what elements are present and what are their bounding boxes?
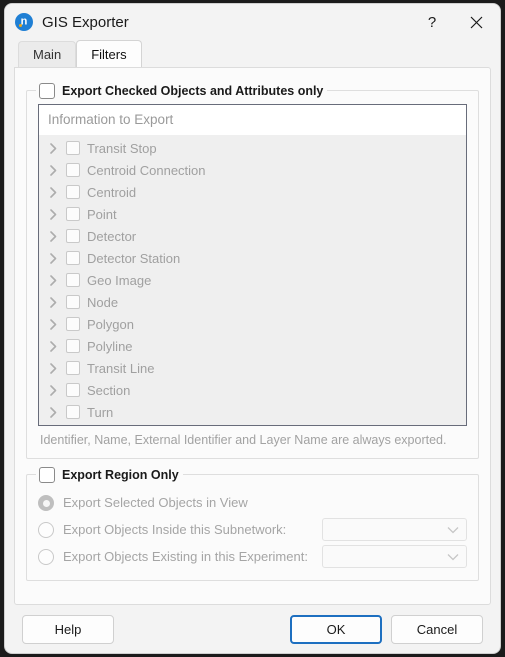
list-header: Information to Export bbox=[39, 105, 466, 135]
radio-export-existing-in-experiment[interactable] bbox=[38, 548, 54, 565]
list-item-label: Point bbox=[87, 206, 117, 222]
filters-panel: Export Checked Objects and Attributes on… bbox=[14, 67, 491, 605]
radio-row-experiment[interactable]: Export Objects Existing in this Experime… bbox=[38, 543, 467, 570]
chevron-right-icon[interactable] bbox=[48, 406, 59, 418]
list-item[interactable]: Geo Image bbox=[39, 269, 466, 291]
list-item[interactable]: Transit Stop bbox=[39, 137, 466, 159]
dialog-footer: Help OK Cancel bbox=[5, 605, 500, 653]
chevron-right-icon[interactable] bbox=[48, 208, 59, 220]
list-item-label: Section bbox=[87, 382, 131, 398]
list-item-label: Polyline bbox=[87, 338, 133, 354]
chevron-right-icon[interactable] bbox=[48, 252, 59, 264]
list-item-checkbox[interactable] bbox=[66, 229, 80, 243]
help-button[interactable]: Help bbox=[22, 614, 114, 644]
export-region-checkbox[interactable] bbox=[39, 466, 55, 483]
title-bar: GIS Exporter ? bbox=[5, 4, 500, 40]
radio-label-subnetwork: Export Objects Inside this Subnetwork: bbox=[63, 522, 287, 537]
chevron-right-icon[interactable] bbox=[48, 384, 59, 396]
list-item-label: Geo Image bbox=[87, 272, 152, 288]
cancel-button[interactable]: Cancel bbox=[391, 614, 483, 644]
list-item[interactable]: Polygon bbox=[39, 313, 466, 335]
chevron-right-icon[interactable] bbox=[48, 274, 59, 286]
radio-export-inside-subnetwork[interactable] bbox=[38, 521, 54, 538]
chevron-right-icon[interactable] bbox=[48, 186, 59, 198]
tab-filters[interactable]: Filters bbox=[76, 40, 142, 67]
list-item-checkbox[interactable] bbox=[66, 383, 80, 397]
list-item[interactable]: Point bbox=[39, 203, 466, 225]
list-item-checkbox[interactable] bbox=[66, 295, 80, 309]
list-item-checkbox[interactable] bbox=[66, 141, 80, 155]
list-rows: Transit Stop Centroid Connection Centroid P… bbox=[39, 135, 466, 423]
tab-main[interactable]: Main bbox=[18, 41, 77, 67]
radio-label-experiment: Export Objects Existing in this Experime… bbox=[63, 549, 308, 564]
list-item[interactable]: Transit Line bbox=[39, 357, 466, 379]
chevron-right-icon[interactable] bbox=[48, 340, 59, 352]
list-item-label: Transit Stop bbox=[87, 140, 157, 156]
chevron-right-icon[interactable] bbox=[48, 142, 59, 154]
export-checked-checkbox[interactable] bbox=[39, 82, 55, 99]
chevron-right-icon[interactable] bbox=[48, 164, 59, 176]
list-item[interactable]: Detector bbox=[39, 225, 466, 247]
radio-row-selected-in-view[interactable]: Export Selected Objects in View bbox=[38, 489, 467, 516]
export-region-groupbox: Export Region Only Export Selected Objec… bbox=[26, 465, 479, 581]
list-item-label: Node bbox=[87, 294, 119, 310]
export-checked-label: Export Checked Objects and Attributes on… bbox=[62, 83, 324, 98]
list-item-checkbox[interactable] bbox=[66, 207, 80, 221]
chevron-right-icon[interactable] bbox=[48, 230, 59, 242]
app-logo-icon bbox=[15, 13, 33, 31]
list-item[interactable]: Polyline bbox=[39, 335, 466, 357]
list-item-checkbox[interactable] bbox=[66, 163, 80, 177]
list-item-label: Centroid bbox=[87, 184, 137, 200]
export-checked-groupbox: Export Checked Objects and Attributes on… bbox=[26, 81, 479, 459]
chevron-right-icon[interactable] bbox=[48, 296, 59, 308]
help-titlebar-button[interactable]: ? bbox=[410, 6, 454, 38]
list-item-checkbox[interactable] bbox=[66, 273, 80, 287]
list-item[interactable]: Centroid Connection bbox=[39, 159, 466, 181]
list-item[interactable]: Detector Station bbox=[39, 247, 466, 269]
information-to-export-list[interactable]: Information to Export Transit Stop Centro… bbox=[38, 104, 467, 426]
subnetwork-combobox[interactable] bbox=[322, 518, 467, 541]
tab-strip: Main Filters bbox=[5, 40, 500, 67]
list-item-checkbox[interactable] bbox=[66, 339, 80, 353]
list-item-label: Centroid Connection bbox=[87, 162, 206, 178]
list-item[interactable]: Turn bbox=[39, 401, 466, 423]
radio-export-selected-in-view[interactable] bbox=[38, 494, 54, 511]
list-item-label: Detector Station bbox=[87, 250, 181, 266]
always-exported-note: Identifier, Name, External Identifier an… bbox=[40, 433, 447, 447]
list-item-label: Detector bbox=[87, 228, 137, 244]
list-item-label: Transit Line bbox=[87, 360, 155, 376]
chevron-down-icon bbox=[447, 553, 459, 561]
export-checked-legend: Export Checked Objects and Attributes on… bbox=[36, 81, 328, 100]
list-item[interactable]: Centroid bbox=[39, 181, 466, 203]
list-item-checkbox[interactable] bbox=[66, 317, 80, 331]
export-region-legend: Export Region Only bbox=[36, 465, 183, 484]
list-item-label: Turn bbox=[87, 404, 114, 420]
experiment-combobox[interactable] bbox=[322, 545, 467, 568]
list-item[interactable]: Node bbox=[39, 291, 466, 313]
gis-exporter-dialog: GIS Exporter ? Main Filters Export Check… bbox=[4, 3, 501, 654]
list-item[interactable]: Section bbox=[39, 379, 466, 401]
list-item-checkbox[interactable] bbox=[66, 251, 80, 265]
list-item-checkbox[interactable] bbox=[66, 405, 80, 419]
close-icon[interactable] bbox=[454, 6, 498, 38]
chevron-down-icon bbox=[447, 526, 459, 534]
chevron-right-icon[interactable] bbox=[48, 362, 59, 374]
radio-row-subnetwork[interactable]: Export Objects Inside this Subnetwork: bbox=[38, 516, 467, 543]
list-item-checkbox[interactable] bbox=[66, 185, 80, 199]
chevron-right-icon[interactable] bbox=[48, 318, 59, 330]
export-region-label: Export Region Only bbox=[62, 467, 179, 482]
window-title: GIS Exporter bbox=[42, 13, 129, 31]
ok-button[interactable]: OK bbox=[290, 614, 382, 644]
list-item-label: Polygon bbox=[87, 316, 134, 332]
list-item-checkbox[interactable] bbox=[66, 361, 80, 375]
radio-label-selected-in-view: Export Selected Objects in View bbox=[63, 495, 248, 510]
